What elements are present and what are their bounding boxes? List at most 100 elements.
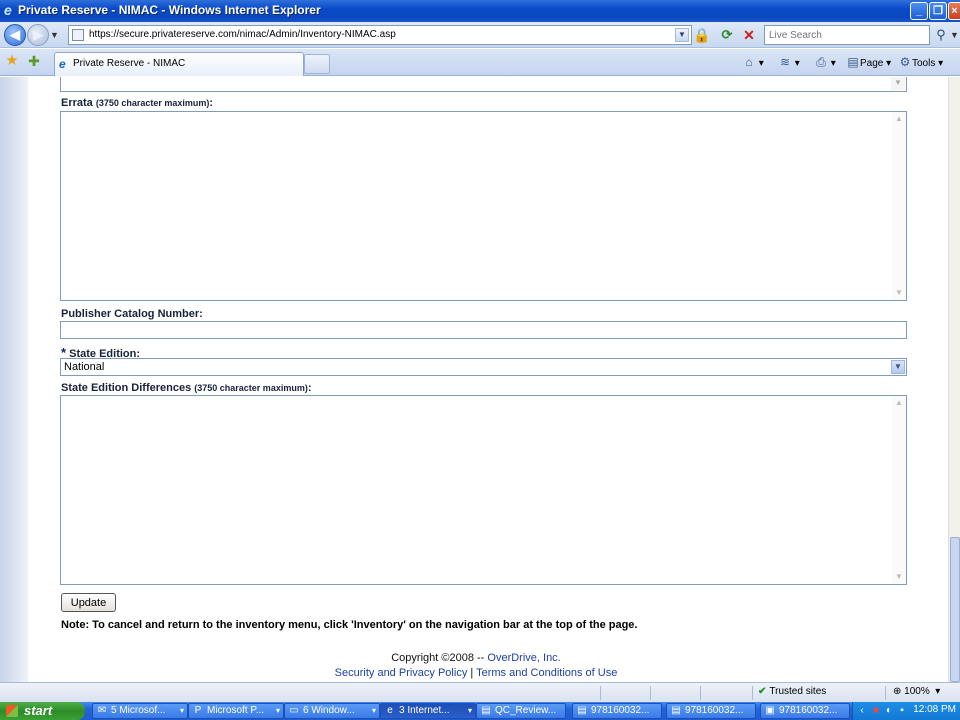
window-title: Private Reserve - NIMAC - Windows Intern… <box>18 3 321 17</box>
restore-button[interactable]: ❐ <box>929 2 947 20</box>
taskbar-button-label: 6 Window... <box>303 705 355 716</box>
start-button[interactable]: start <box>0 702 85 720</box>
taskbar-button[interactable]: ▤ 978160032... <box>572 703 662 719</box>
taskbar-button[interactable]: ▤ QC_Review... <box>476 703 566 719</box>
close-button[interactable]: × <box>948 2 960 20</box>
home-icon: ⌂ <box>745 55 753 69</box>
tray-network-icon[interactable]: ◐ <box>884 705 894 717</box>
errata-scrollbar[interactable]: ▲ ▼ <box>892 112 906 300</box>
status-divider <box>700 686 701 700</box>
taskbar-button-label: 978160032... <box>779 705 838 716</box>
status-bar: ✔ Trusted sites ⊕ 100% ▾ <box>0 682 960 702</box>
differences-scrollbar[interactable]: ▲ ▼ <box>892 396 906 584</box>
print-button[interactable]: ⎙ ▾ <box>814 53 836 71</box>
state-edition-value: National <box>64 361 105 373</box>
tray-volume-icon[interactable]: ▪ <box>897 705 907 717</box>
zoom-control[interactable]: ⊕ 100% ▾ <box>893 686 940 697</box>
taskbar-button[interactable]: ▤ 978160032... <box>666 703 756 719</box>
state-edition-differences-label: State Edition Differences (3750 characte… <box>61 382 312 394</box>
page-content: ▼ Errata (3750 character maximum): ▲ ▼ P… <box>0 77 960 682</box>
differences-hint: (3750 character maximum) <box>194 383 308 393</box>
taskbar-button[interactable]: ▭ 6 Window... ▾ <box>284 703 380 719</box>
tab-private-reserve[interactable]: e Private Reserve - NIMAC <box>54 52 304 76</box>
cancel-note: Note: To cancel and return to the invent… <box>61 619 638 631</box>
status-divider <box>885 686 886 700</box>
chevron-down-icon: ▾ <box>275 706 280 715</box>
tray-app-icon[interactable]: ■ <box>871 705 881 717</box>
document-icon: ▤ <box>577 705 587 716</box>
document-icon: ▤ <box>481 705 491 716</box>
search-options-dropdown-icon[interactable]: ▼ <box>950 30 959 40</box>
document-icon: ▤ <box>671 705 681 716</box>
errata-label: Errata (3750 character maximum): <box>61 97 214 109</box>
search-box[interactable] <box>764 25 930 45</box>
chevron-down-icon[interactable]: ▼ <box>891 360 905 374</box>
state-edition-select[interactable]: National ▼ <box>60 358 907 376</box>
feeds-button[interactable]: ≋ ▾ <box>778 53 800 71</box>
page-scrollbar[interactable] <box>948 77 960 682</box>
left-border-decoration <box>0 77 28 682</box>
minimize-button[interactable]: _ <box>910 2 928 20</box>
taskbar-button-label: 978160032... <box>591 705 650 716</box>
page-scrollbar-thumb[interactable] <box>950 537 960 682</box>
system-tray: ‹ ■ ◐ ▪ 12:08 PM <box>852 702 960 720</box>
search-input[interactable] <box>765 26 929 44</box>
lock-icon[interactable]: 🔒 <box>693 25 711 45</box>
scroll-up-icon[interactable]: ▲ <box>893 113 905 125</box>
taskbar: start ✉ 5 Microsof... ▾ P Microsoft P... ▾ ▭ 6 … <box>0 702 960 720</box>
ie-logo-icon: e <box>4 2 12 18</box>
privacy-policy-link[interactable]: Security and Privacy Policy <box>335 667 468 679</box>
gear-icon: ⚙ <box>899 55 911 69</box>
recent-pages-dropdown-icon[interactable]: ▼ <box>50 30 59 40</box>
add-favorites-icon[interactable]: ✚ <box>26 53 42 69</box>
tab-bar: ★ ✚ e Private Reserve - NIMAC ⌂ ▾ ≋ ▾ ⎙ … <box>0 49 960 76</box>
home-button[interactable]: ⌂ ▾ <box>742 53 763 71</box>
refresh-icon[interactable]: ⟳ <box>718 26 736 44</box>
check-icon: ✔ <box>758 686 767 697</box>
powerpoint-icon: P <box>194 705 202 716</box>
taskbar-button-label: 978160032... <box>685 705 744 716</box>
tools-menu-label: Tools <box>912 58 936 69</box>
address-dropdown-icon[interactable]: ▼ <box>675 28 689 42</box>
scroll-up-icon[interactable]: ▲ <box>893 397 905 409</box>
status-divider <box>650 686 651 700</box>
terms-link[interactable]: Terms and Conditions of Use <box>476 667 617 679</box>
clock: 12:08 PM <box>913 704 956 715</box>
favorites-star-icon[interactable]: ★ <box>4 53 20 69</box>
errata-hint: (3750 character maximum) <box>95 98 210 108</box>
state-edition-differences-textarea[interactable]: ▲ ▼ <box>60 395 907 585</box>
taskbar-button[interactable]: P Microsoft P... ▾ <box>188 703 284 719</box>
new-tab-button[interactable] <box>304 54 330 74</box>
chevron-down-icon[interactable]: ▼ <box>891 77 905 90</box>
printer-icon: ⎙ <box>816 55 826 69</box>
tools-menu-button[interactable]: ⚙ Tools ▾ <box>898 53 944 71</box>
previous-select-field[interactable]: ▼ <box>60 77 907 92</box>
folder-icon: ▭ <box>289 705 299 716</box>
taskbar-button-label: 5 Microsof... <box>111 705 166 716</box>
stop-icon[interactable]: ✕ <box>740 26 758 44</box>
address-bar[interactable]: https://secure.privatereserve.com/nimac/… <box>68 25 692 45</box>
overdrive-link[interactable]: OverDrive, Inc. <box>487 652 560 664</box>
title-bar: e Private Reserve - NIMAC - Windows Inte… <box>0 0 960 22</box>
page-menu-button[interactable]: ▤Page ▾ <box>846 53 891 71</box>
scroll-down-icon[interactable]: ▼ <box>893 287 905 299</box>
scroll-down-icon[interactable]: ▼ <box>893 571 905 583</box>
taskbar-button[interactable]: e 3 Internet... ▾ <box>380 703 476 719</box>
tray-arrow-icon[interactable]: ‹ <box>857 705 867 717</box>
update-button[interactable]: Update <box>61 593 116 612</box>
forward-button[interactable]: ▶ <box>27 24 49 46</box>
catalog-number-input[interactable] <box>60 321 907 339</box>
errata-textarea[interactable]: ▲ ▼ <box>60 111 907 301</box>
windows-logo-icon <box>6 705 18 717</box>
address-url[interactable]: https://secure.privatereserve.com/nimac/… <box>89 29 396 40</box>
back-button[interactable]: ◀ <box>4 24 26 46</box>
pdf-icon: ▣ <box>765 705 775 716</box>
taskbar-button[interactable]: ▣ 978160032... <box>760 703 850 719</box>
taskbar-button[interactable]: ✉ 5 Microsof... ▾ <box>92 703 188 719</box>
status-divider <box>752 686 753 700</box>
page-menu-label: Page <box>860 58 884 69</box>
search-icon[interactable]: ⚲ <box>932 26 950 44</box>
outlook-icon: ✉ <box>97 705 107 716</box>
catalog-number-label: Publisher Catalog Number: <box>61 308 203 320</box>
security-zone[interactable]: ✔ Trusted sites <box>758 686 826 697</box>
